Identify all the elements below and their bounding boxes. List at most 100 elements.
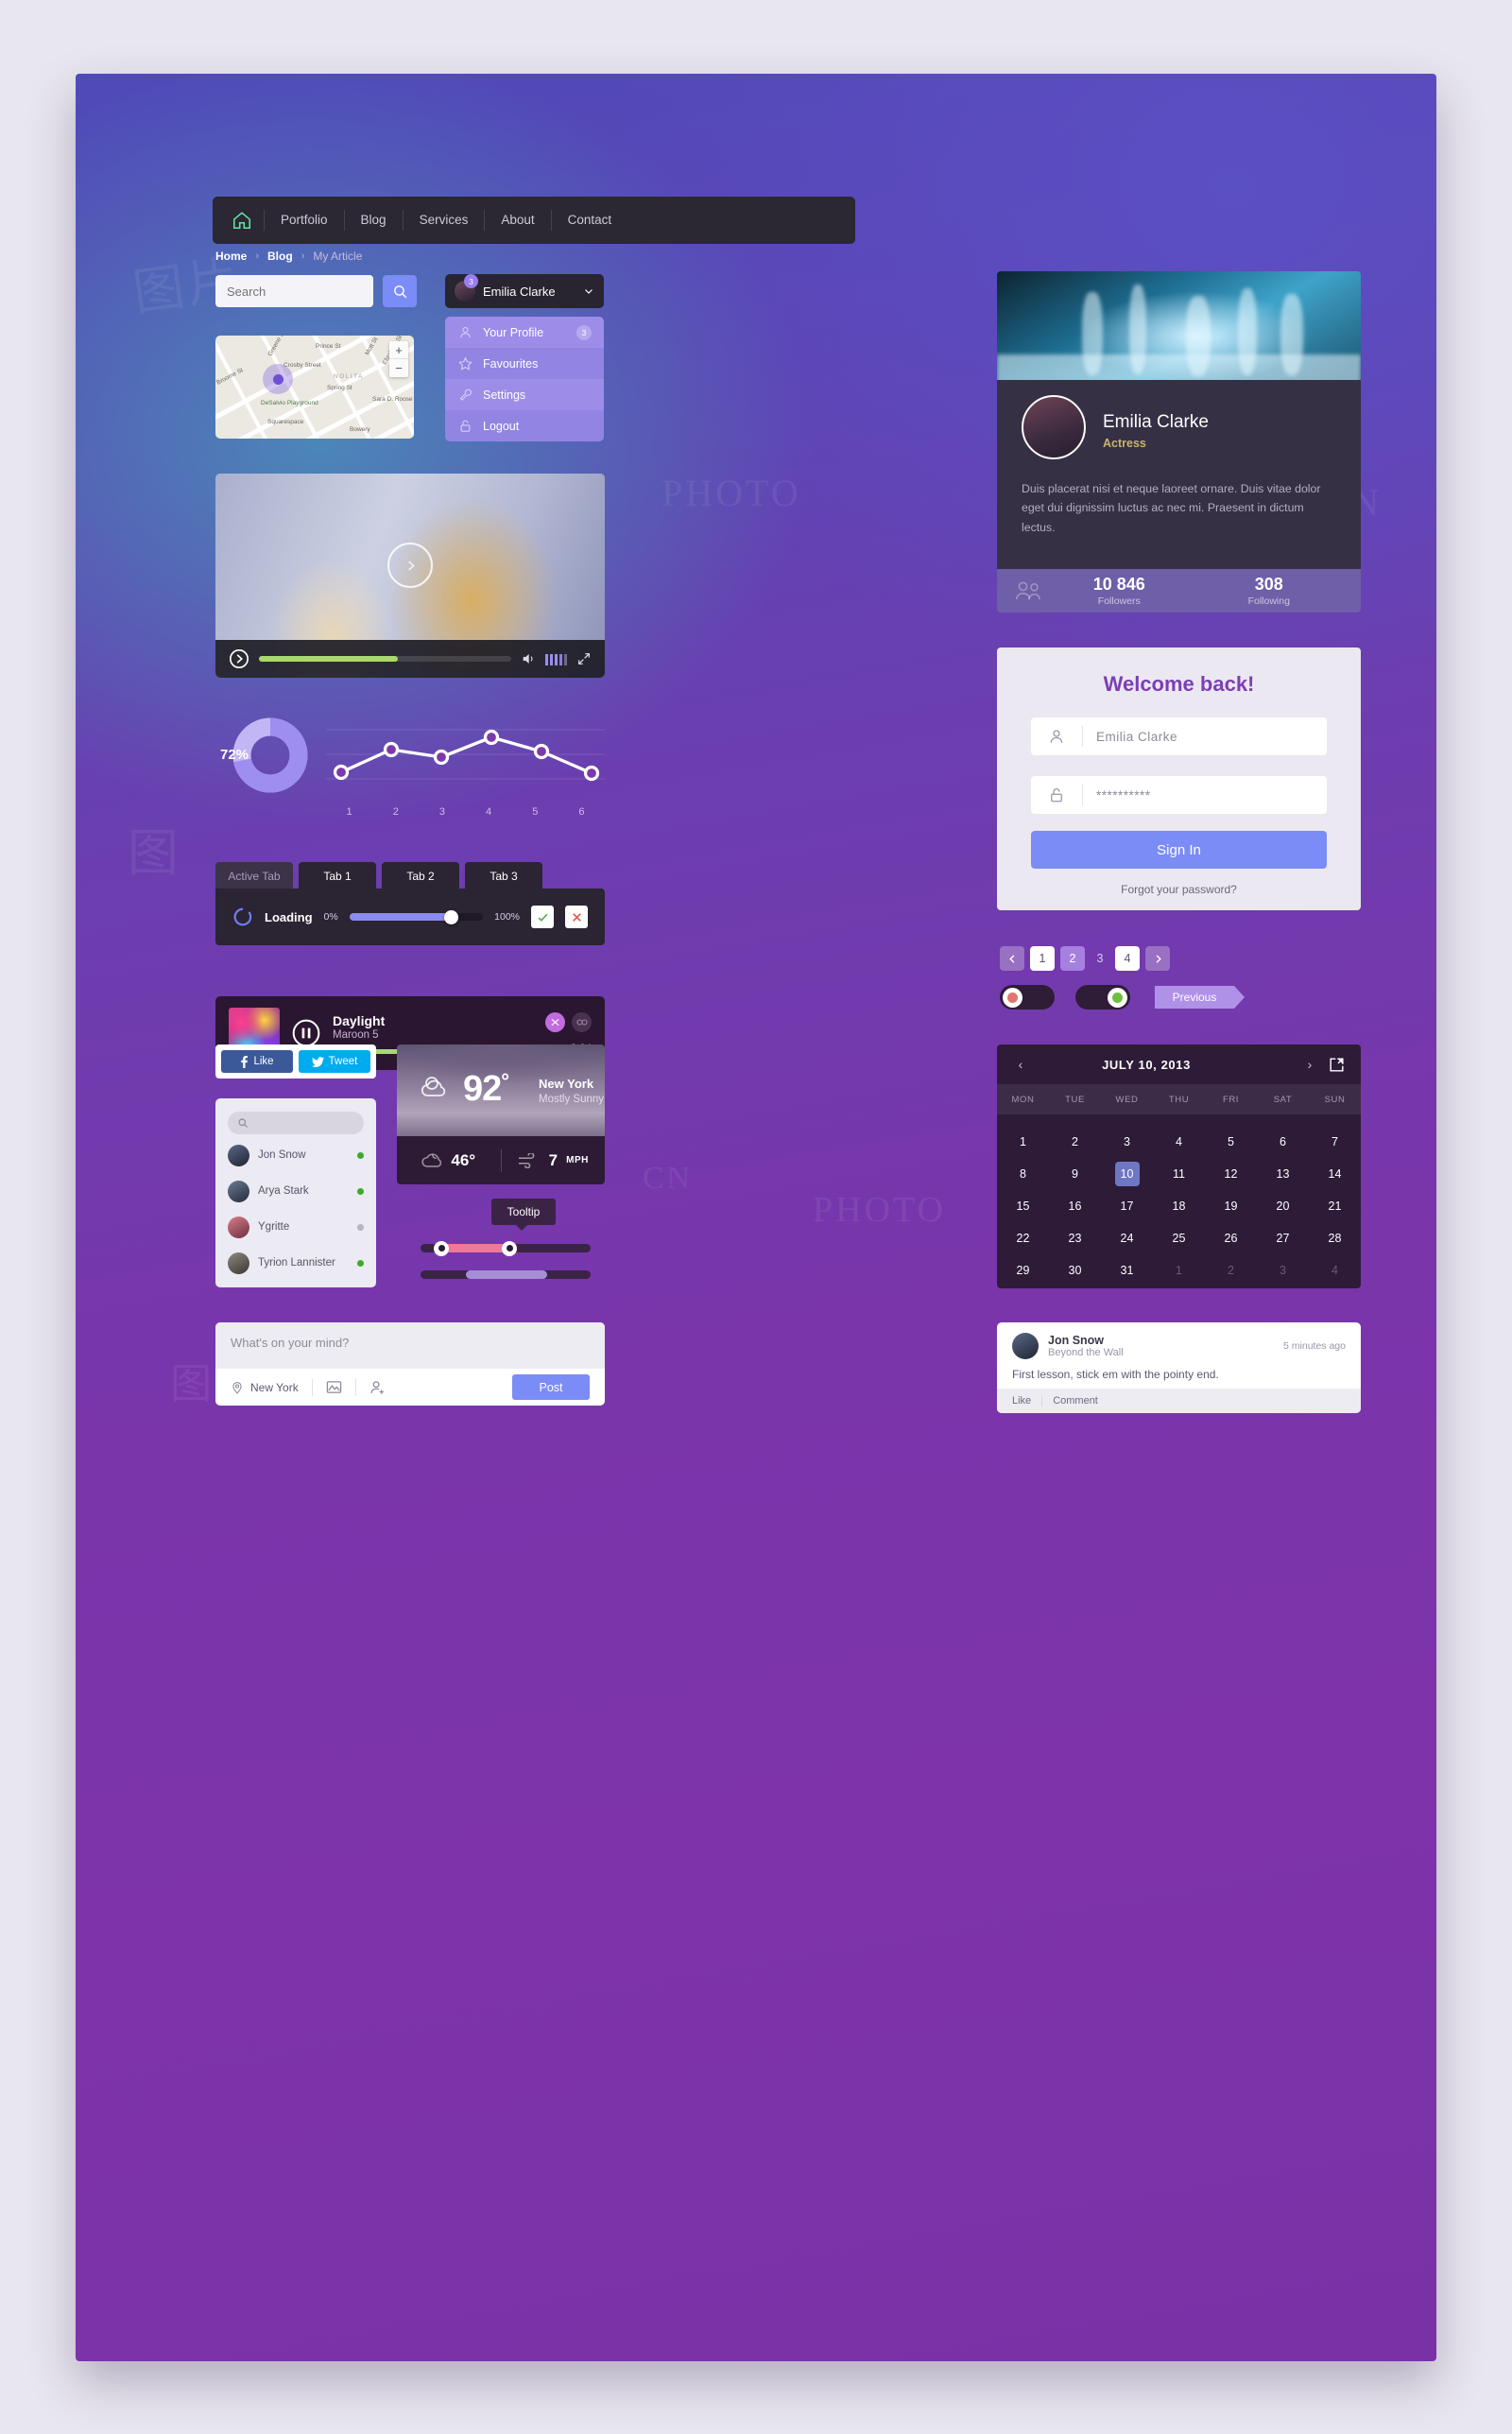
calendar-day[interactable]: 2 (1049, 1126, 1101, 1158)
calendar-day[interactable]: 8 (997, 1158, 1049, 1190)
range-handle-left[interactable] (434, 1240, 449, 1256)
sign-in-button[interactable]: Sign In (1031, 831, 1327, 869)
pagination-next-button[interactable] (1145, 946, 1170, 971)
calendar-day[interactable]: 30 (1049, 1254, 1101, 1286)
calendar-day[interactable]: 26 (1205, 1222, 1257, 1254)
calendar-day[interactable]: 14 (1309, 1158, 1361, 1190)
comment-like-button[interactable]: Like (1012, 1395, 1031, 1407)
calendar-day[interactable]: 3 (1101, 1126, 1153, 1158)
progress-bar[interactable] (421, 1270, 591, 1279)
calendar-day[interactable]: 15 (997, 1190, 1049, 1222)
calendar-day[interactable]: 27 (1257, 1222, 1309, 1254)
search-button[interactable] (383, 275, 417, 307)
tab-2[interactable]: Tab 2 (382, 862, 459, 890)
list-item[interactable]: Ygritte (228, 1212, 364, 1242)
calendar-day[interactable]: 5 (1205, 1126, 1257, 1158)
list-item[interactable]: Arya Stark (228, 1176, 364, 1206)
facebook-like-button[interactable]: Like (221, 1050, 293, 1073)
user-add-icon[interactable] (369, 1379, 386, 1395)
user-dropdown-menu[interactable]: Your Profile 3 Favourites Settings Logou… (445, 317, 604, 441)
calendar-widget[interactable]: ‹ JULY 10, 2013 › MON TUE WED THU FRI SA… (997, 1044, 1361, 1288)
calendar-day[interactable]: 1 (997, 1126, 1049, 1158)
comment-actions[interactable]: Like Comment (997, 1389, 1361, 1413)
calendar-grid[interactable]: 1 2 3 4 5 6 7 8 9 10 11 12 13 14 15 16 17 18 19 20 21 22 23 24 2… (997, 1114, 1361, 1288)
home-icon[interactable] (220, 210, 264, 231)
calendar-day[interactable]: 31 (1101, 1254, 1153, 1286)
map-zoom-out-button[interactable]: − (389, 359, 408, 377)
calendar-day[interactable]: 6 (1257, 1126, 1309, 1158)
map-zoom-controls[interactable]: + − (389, 341, 408, 377)
calendar-day[interactable]: 18 (1153, 1190, 1205, 1222)
breadcrumb-item-blog[interactable]: Blog (267, 250, 293, 263)
calendar-day[interactable]: 16 (1049, 1190, 1101, 1222)
contacts-search-field[interactable] (228, 1112, 364, 1134)
password-value[interactable]: ********** (1083, 788, 1151, 803)
nav-item-services[interactable]: Services (402, 210, 485, 231)
video-player[interactable] (215, 474, 605, 678)
calendar-day[interactable]: 28 (1309, 1222, 1361, 1254)
calendar-day[interactable]: 9 (1049, 1158, 1101, 1190)
previous-button[interactable]: Previous (1155, 986, 1245, 1009)
user-menu-button[interactable]: 3 Emilia Clarke (445, 274, 604, 308)
post-composer[interactable]: What's on your mind? New York Post (215, 1322, 605, 1406)
calendar-day[interactable]: 11 (1153, 1158, 1205, 1190)
password-field[interactable]: ********** (1031, 776, 1327, 814)
play-button[interactable] (229, 648, 249, 669)
calendar-next-button[interactable]: › (1301, 1057, 1318, 1072)
calendar-day[interactable]: 25 (1153, 1222, 1205, 1254)
expand-icon[interactable] (576, 651, 592, 666)
map-widget[interactable]: Prince St Crosby Street Greene St Broome… (215, 336, 414, 439)
nav-item-blog[interactable]: Blog (343, 210, 403, 231)
search-field[interactable] (215, 275, 373, 307)
tab-3[interactable]: Tab 3 (465, 862, 542, 890)
volume-icon[interactable] (521, 651, 536, 666)
menu-item-settings[interactable]: Settings (445, 379, 604, 410)
username-value[interactable]: Emilia Clarke (1083, 730, 1177, 744)
toggle-group[interactable]: Previous (1000, 985, 1245, 1010)
calendar-day[interactable]: 13 (1257, 1158, 1309, 1190)
calendar-day[interactable]: 21 (1309, 1190, 1361, 1222)
menu-item-logout[interactable]: Logout (445, 410, 604, 441)
social-buttons[interactable]: Like Tweet (215, 1044, 376, 1079)
edit-icon[interactable] (1328, 1056, 1346, 1074)
calendar-day[interactable]: 3 (1257, 1254, 1309, 1286)
post-button[interactable]: Post (512, 1374, 590, 1400)
main-navigation[interactable]: Portfolio Blog Services About Contact (213, 197, 855, 244)
calendar-day[interactable]: 29 (997, 1254, 1049, 1286)
image-icon[interactable] (326, 1380, 342, 1394)
reject-button[interactable] (565, 906, 588, 928)
nav-item-portfolio[interactable]: Portfolio (264, 210, 344, 231)
calendar-day[interactable]: 2 (1205, 1254, 1257, 1286)
pagination-page-4[interactable]: 4 (1115, 946, 1140, 971)
accept-button[interactable] (531, 906, 554, 928)
calendar-day[interactable]: 4 (1153, 1126, 1205, 1158)
nav-item-contact[interactable]: Contact (550, 210, 628, 231)
calendar-day[interactable]: 19 (1205, 1190, 1257, 1222)
calendar-day[interactable]: 4 (1309, 1254, 1361, 1286)
calendar-day[interactable]: 12 (1205, 1158, 1257, 1190)
shuffle-icon[interactable] (545, 1011, 565, 1032)
pagination-page-1[interactable]: 1 (1030, 946, 1055, 971)
play-icon[interactable] (387, 543, 433, 589)
forgot-password-link[interactable]: Forgot your password? (1031, 883, 1327, 896)
progress-slider[interactable] (349, 909, 484, 924)
composer-input[interactable]: What's on your mind? (215, 1322, 605, 1369)
video-controls[interactable] (215, 640, 605, 678)
pagination-page-3[interactable]: 3 (1091, 952, 1109, 965)
comment-comment-button[interactable]: Comment (1053, 1395, 1098, 1407)
nav-item-about[interactable]: About (484, 210, 550, 231)
pagination-prev-button[interactable] (1000, 946, 1024, 971)
calendar-day[interactable]: 17 (1101, 1190, 1153, 1222)
pagination-page-2[interactable]: 2 (1060, 946, 1085, 971)
repeat-icon[interactable] (572, 1011, 592, 1032)
calendar-day[interactable]: 23 (1049, 1222, 1101, 1254)
volume-level-indicator[interactable] (545, 652, 567, 665)
map-zoom-in-button[interactable]: + (389, 341, 408, 359)
calendar-day[interactable]: 1 (1153, 1254, 1205, 1286)
tab-bar[interactable]: Active Tab Tab 1 Tab 2 Tab 3 (215, 862, 542, 890)
calendar-day[interactable]: 10 (1101, 1158, 1153, 1190)
tab-active[interactable]: Active Tab (215, 862, 293, 890)
calendar-day[interactable]: 7 (1309, 1126, 1361, 1158)
range-handle-right[interactable] (502, 1240, 517, 1256)
menu-item-your-profile[interactable]: Your Profile 3 (445, 317, 604, 348)
